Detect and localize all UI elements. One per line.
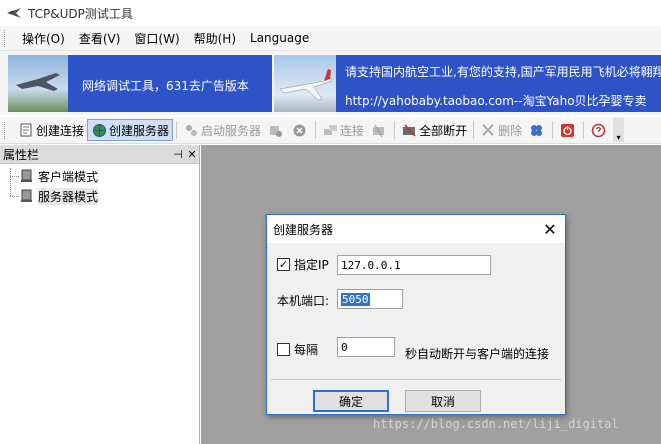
start-server-label: 启动服务器 <box>201 123 262 138</box>
create-server-dialog: 创建服务器 ✕ ✓ 指定IP 127.0.0.1 本机端口: 5050 每隔 0… <box>266 214 566 415</box>
server-gear-icon <box>267 122 283 138</box>
specify-ip-row: ✓ 指定IP <box>277 256 329 273</box>
property-panel: 属性栏 ⊣ ✕ 客户端模式 服务器模式 <box>0 145 200 444</box>
menu-operate[interactable]: 操作(O) <box>15 30 72 47</box>
airliner-image <box>274 55 336 112</box>
disconnect-all-button[interactable]: 全部断开 <box>398 119 470 141</box>
disconnect-icon <box>370 122 386 138</box>
dialog-close-icon[interactable]: ✕ <box>535 220 565 239</box>
window-title: TCP&UDP测试工具 <box>28 6 133 21</box>
pin-icon[interactable]: ⊣ <box>171 148 185 161</box>
create-server-button[interactable]: 创建服务器 <box>87 119 174 141</box>
help-button[interactable] <box>587 119 611 141</box>
server-globe-icon <box>91 122 107 138</box>
property-panel-title: 属性栏 <box>3 147 40 162</box>
banner-left[interactable]: 网络调试工具，631去广告版本 <box>8 55 272 112</box>
specify-ip-label: 指定IP <box>294 258 329 272</box>
menu-language[interactable]: Language <box>243 31 316 45</box>
banner-right-line1: 请支持国内航空工业,有您的支持,国产军用民用飞机必将翱翔 <box>345 65 661 79</box>
interval-field[interactable]: 0 <box>337 337 395 357</box>
interval-suffix-row: 秒自动断开与客户端的连接 <box>405 345 549 362</box>
computer-icon <box>21 189 32 202</box>
connect-icon <box>322 122 338 138</box>
dialog-title: 创建服务器 <box>273 222 334 237</box>
start-server-button[interactable]: 启动服务器 <box>180 119 264 141</box>
watermark: https://blog.csdn.net/liji_digital <box>373 417 619 431</box>
toolbar-separator <box>394 121 396 139</box>
stop-circle-icon <box>291 122 307 138</box>
delete-label: 删除 <box>498 123 523 138</box>
options-button[interactable] <box>525 119 549 141</box>
tree-item-label: 客户端模式 <box>38 169 99 184</box>
ip-address-value: 127.0.0.1 <box>341 258 401 272</box>
document-icon <box>18 122 34 138</box>
dialog-separator <box>271 379 561 380</box>
toolbar-separator <box>583 121 585 139</box>
power-icon <box>559 122 575 138</box>
fighter-jet-image <box>8 55 68 112</box>
dialog-title-bar[interactable]: 创建服务器 ✕ <box>267 215 565 243</box>
disconnect-button[interactable] <box>367 119 391 141</box>
connect-label: 连接 <box>340 123 365 138</box>
toolbar-overflow-button[interactable]: ▾ <box>613 118 625 142</box>
delete-x-icon <box>480 122 496 138</box>
interval-label: 每隔 <box>294 343 319 357</box>
port-label: 本机端口: <box>277 294 330 308</box>
toolbar-separator <box>473 121 475 139</box>
computer-icon <box>21 169 32 182</box>
help-icon <box>590 122 606 138</box>
port-field[interactable]: 5050 <box>337 289 403 309</box>
toolbar-separator <box>552 121 554 139</box>
port-value: 5050 <box>341 292 370 306</box>
menu-view[interactable]: 查看(V) <box>72 30 128 47</box>
menu-window[interactable]: 窗口(W) <box>127 30 186 47</box>
toolbar-separator <box>315 121 317 139</box>
menu-help[interactable]: 帮助(H) <box>187 30 243 47</box>
interval-value: 0 <box>341 340 348 354</box>
interval-checkbox[interactable] <box>277 343 290 356</box>
tree-item-label: 服务器模式 <box>38 187 99 205</box>
app-icon <box>6 5 22 21</box>
specify-ip-checkbox[interactable]: ✓ <box>277 258 290 271</box>
ad-banner: 网络调试工具，631去广告版本 请支持国内航空工业,有您的支持,国产军用民用飞机… <box>0 51 661 115</box>
menu-bar: 操作(O) 查看(V) 窗口(W) 帮助(H) Language <box>0 26 661 51</box>
create-connection-label: 创建连接 <box>36 123 85 138</box>
tree-item-client-mode[interactable]: 客户端模式 <box>0 166 199 186</box>
mode-tree: 客户端模式 服务器模式 <box>0 164 199 206</box>
server-settings-button[interactable] <box>264 119 288 141</box>
menu-grip[interactable] <box>4 29 7 47</box>
interval-suffix-label: 秒自动断开与客户端的连接 <box>405 347 550 361</box>
title-bar: TCP&UDP测试工具 <box>0 0 661 26</box>
banner-right-line2: http://yahobaby.taobao.com--淘宝Yaho贝比孕婴专卖 <box>345 94 647 108</box>
disconnect-all-label: 全部断开 <box>419 123 468 138</box>
delete-button[interactable]: 删除 <box>477 119 525 141</box>
cancel-button[interactable]: 取消 <box>405 390 481 412</box>
toolbar: 创建连接 创建服务器 启动服务器 连接 全部断开 删除 ▾ <box>0 117 661 144</box>
toolbar-grip[interactable] <box>4 121 7 139</box>
power-button[interactable] <box>556 119 580 141</box>
blue-flower-icon <box>528 122 544 138</box>
banner-left-text: 网络调试工具，631去广告版本 <box>82 79 249 93</box>
property-panel-header: 属性栏 ⊣ ✕ <box>0 145 199 164</box>
port-row: 本机端口: <box>277 292 329 309</box>
interval-row: 每隔 <box>277 341 318 358</box>
tree-item-server-mode[interactable]: 服务器模式 <box>0 186 199 206</box>
ip-address-field[interactable]: 127.0.0.1 <box>337 255 491 275</box>
disconnect-all-icon <box>401 122 417 138</box>
connect-button[interactable]: 连接 <box>319 119 367 141</box>
toolbar-separator <box>176 121 178 139</box>
create-connection-button[interactable]: 创建连接 <box>15 119 87 141</box>
stop-server-button[interactable] <box>288 119 312 141</box>
banner-right[interactable]: 请支持国内航空工业,有您的支持,国产军用民用飞机必将翱翔 http://yaho… <box>274 55 661 112</box>
create-server-label: 创建服务器 <box>109 123 170 138</box>
close-icon[interactable]: ✕ <box>185 148 199 161</box>
ok-button[interactable]: 确定 <box>313 390 389 412</box>
start-server-icon <box>183 122 199 138</box>
